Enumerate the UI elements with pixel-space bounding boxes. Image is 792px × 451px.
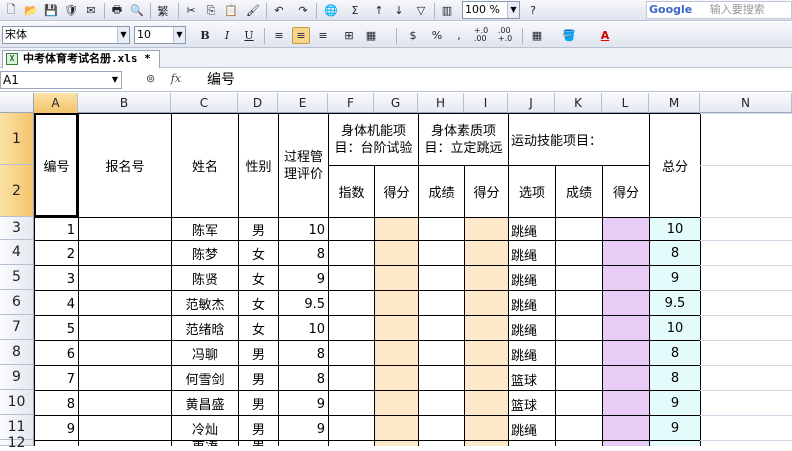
row-header-6[interactable]: 6 bbox=[0, 290, 34, 315]
cell-item[interactable]: 跳绳 bbox=[509, 221, 555, 240]
cell-item[interactable]: 跳绳 bbox=[509, 269, 555, 290]
cell-id[interactable]: 9 bbox=[35, 419, 78, 440]
cell-name[interactable]: 黄涛 bbox=[172, 441, 238, 446]
header-total[interactable]: 总分 bbox=[650, 114, 700, 217]
cell-process[interactable]: 9.5 bbox=[279, 294, 328, 315]
cell-process[interactable]: 9 bbox=[279, 419, 328, 440]
cell-id[interactable]: 6 bbox=[35, 344, 78, 365]
header-score-i[interactable]: 得分 bbox=[465, 166, 508, 217]
cell-gender[interactable]: 女 bbox=[239, 241, 278, 265]
cell-id[interactable]: 3 bbox=[35, 269, 78, 290]
cell-process[interactable]: 10 bbox=[279, 319, 328, 340]
header-body-function[interactable]: 身体机能项目：台阶试验 bbox=[329, 114, 418, 165]
header-index[interactable]: 指数 bbox=[329, 166, 374, 217]
row-header-8[interactable]: 8 bbox=[0, 340, 34, 365]
orange-fill-G bbox=[374, 217, 418, 446]
cell-name[interactable]: 范绪晗 bbox=[172, 316, 238, 340]
cell-name[interactable]: 陈梦 bbox=[172, 241, 238, 265]
header-process-eval[interactable]: 过程管理评价 bbox=[279, 114, 328, 217]
row-header-7[interactable]: 7 bbox=[0, 315, 34, 340]
cell-gender[interactable]: 男 bbox=[239, 391, 278, 415]
cell-total[interactable]: 9 bbox=[650, 391, 700, 415]
cell-item[interactable]: 跳绳 bbox=[509, 294, 555, 315]
header-id[interactable]: 编号 bbox=[35, 114, 78, 217]
cell-total[interactable]: 10 bbox=[650, 316, 700, 340]
row-header-9[interactable]: 9 bbox=[0, 365, 34, 390]
cell-gender[interactable]: 男 bbox=[239, 366, 278, 390]
row-header-1[interactable]: 1 bbox=[0, 113, 34, 165]
row-header-2[interactable]: 2 bbox=[0, 165, 34, 217]
cell-total[interactable] bbox=[650, 441, 700, 446]
cell-item[interactable]: 跳绳 bbox=[509, 419, 555, 440]
cell-total[interactable]: 9 bbox=[650, 416, 700, 440]
cell-name[interactable]: 范敏杰 bbox=[172, 291, 238, 315]
cell-name[interactable]: 黄昌盛 bbox=[172, 391, 238, 415]
cell-total[interactable]: 9 bbox=[650, 266, 700, 290]
cell-id[interactable]: 5 bbox=[35, 319, 78, 340]
cell-gender[interactable]: 男 bbox=[239, 416, 278, 440]
cell-item[interactable]: 跳绳 bbox=[509, 344, 555, 365]
cell-process[interactable]: 8 bbox=[279, 344, 328, 365]
cell-gender[interactable]: 女 bbox=[239, 266, 278, 290]
row-header-3[interactable]: 3 bbox=[0, 217, 34, 240]
cell-item[interactable]: 篮球 bbox=[509, 369, 555, 390]
header-result-k[interactable]: 成绩 bbox=[556, 166, 602, 217]
row-header-12[interactable]: 12 bbox=[0, 435, 34, 451]
orange-fill-I bbox=[464, 217, 508, 446]
cell-total[interactable]: 8 bbox=[650, 241, 700, 265]
cell-name[interactable]: 陈军 bbox=[172, 218, 238, 240]
cell-total[interactable]: 8 bbox=[650, 341, 700, 365]
row-header-10[interactable]: 10 bbox=[0, 390, 34, 415]
cell-gender[interactable]: 男 bbox=[239, 218, 278, 240]
header-gender[interactable]: 性别 bbox=[239, 114, 278, 217]
cell-id[interactable]: 1 bbox=[35, 221, 78, 240]
cell-id[interactable]: 2 bbox=[35, 244, 78, 265]
cell-process[interactable]: 8 bbox=[279, 369, 328, 390]
cell-item[interactable]: 跳绳 bbox=[509, 319, 555, 340]
cell-id[interactable]: 8 bbox=[35, 394, 78, 415]
cell-gender[interactable]: 男 bbox=[239, 341, 278, 365]
cell-total[interactable]: 10 bbox=[650, 218, 700, 240]
row-header-5[interactable]: 5 bbox=[0, 265, 34, 290]
cell-gender[interactable]: 男 bbox=[239, 441, 278, 446]
cell-process[interactable]: 10 bbox=[279, 221, 328, 240]
header-score-g[interactable]: 得分 bbox=[375, 166, 418, 217]
cell-name[interactable]: 陈贤 bbox=[172, 266, 238, 290]
header-item[interactable]: 选项 bbox=[509, 166, 555, 217]
cell-name[interactable]: 何雪剑 bbox=[172, 366, 238, 390]
header-reg-no[interactable]: 报名号 bbox=[79, 114, 171, 217]
cell-id[interactable]: 4 bbox=[35, 294, 78, 315]
cell-id[interactable]: 7 bbox=[35, 369, 78, 390]
cell-item[interactable]: 篮球 bbox=[509, 394, 555, 415]
header-sport-skill[interactable]: 运动技能项目： bbox=[509, 114, 649, 165]
cell-total[interactable]: 9.5 bbox=[650, 291, 700, 315]
cell-total[interactable]: 8 bbox=[650, 366, 700, 390]
cell-process[interactable]: 9 bbox=[279, 394, 328, 415]
lilac-fill-L bbox=[602, 217, 649, 446]
cell-name[interactable]: 冷灿 bbox=[172, 416, 238, 440]
cell-gender[interactable]: 女 bbox=[239, 291, 278, 315]
header-score-l[interactable]: 得分 bbox=[603, 166, 649, 217]
header-body-quality[interactable]: 身体素质项目：立定跳远 bbox=[419, 114, 508, 165]
cell-name[interactable]: 冯聊 bbox=[172, 341, 238, 365]
cell-gender[interactable]: 女 bbox=[239, 316, 278, 340]
cell-process[interactable]: 8 bbox=[279, 244, 328, 265]
cell-process[interactable]: 9 bbox=[279, 269, 328, 290]
cell-item[interactable]: 跳绳 bbox=[509, 244, 555, 265]
row-header-4[interactable]: 4 bbox=[0, 240, 34, 265]
header-name[interactable]: 姓名 bbox=[172, 114, 238, 217]
header-result-h[interactable]: 成绩 bbox=[419, 166, 464, 217]
